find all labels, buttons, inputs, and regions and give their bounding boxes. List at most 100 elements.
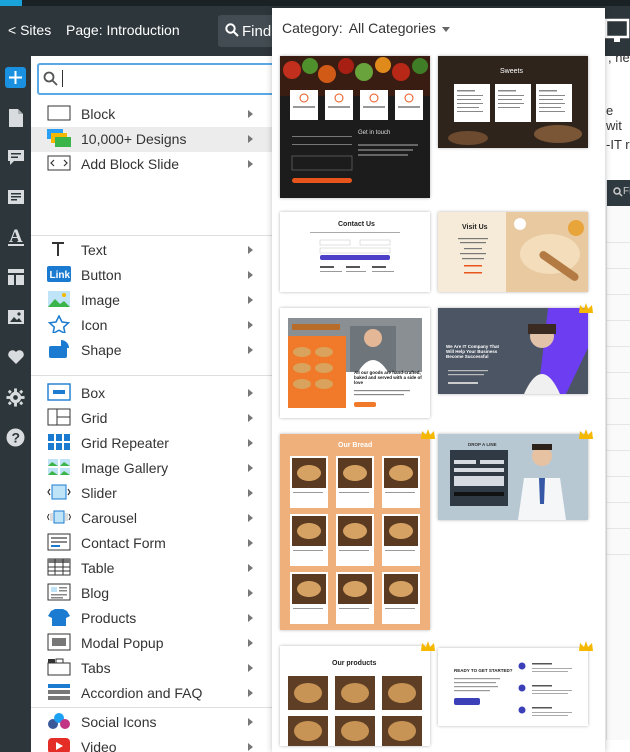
desktop-view-icon[interactable] — [604, 14, 630, 46]
form-icon[interactable] — [5, 186, 26, 207]
menu-item-grid[interactable]: Grid — [31, 406, 274, 431]
menu-item-button[interactable]: Link Button — [31, 263, 274, 288]
design-tile-drop-a-line[interactable]: DROP A LINE — [438, 434, 588, 520]
find-button[interactable]: Find — [218, 15, 278, 47]
products-icon — [47, 608, 71, 628]
menu-item-label: Table — [81, 560, 115, 576]
svg-text:A: A — [9, 226, 23, 247]
design-tile-sweets-menu[interactable]: Sweets — [438, 56, 588, 148]
menu-item-image-gallery[interactable]: Image Gallery — [31, 456, 274, 481]
modal-popup-icon — [47, 633, 71, 653]
background-text-1: , ne — [608, 50, 630, 65]
chevron-right-icon — [248, 110, 253, 118]
menu-item-contact-form[interactable]: Contact Form — [31, 531, 274, 556]
chevron-right-icon — [248, 135, 253, 143]
chevron-right-icon — [248, 346, 253, 354]
slider-icon — [47, 483, 71, 503]
search-icon — [43, 71, 58, 86]
chevron-right-icon — [248, 414, 253, 422]
menu-item-blog[interactable]: Blog — [31, 581, 274, 606]
search-icon — [225, 23, 239, 37]
menu-item-label: Accordion and FAQ — [81, 685, 203, 701]
menu-search-input[interactable] — [37, 63, 297, 95]
menu-item-modal-popup[interactable]: Modal Popup — [31, 631, 274, 656]
menu-item-label: Products — [81, 610, 137, 626]
design-tile-bakery-chef[interactable]: All our goods are hand-crafted, baked an… — [280, 308, 430, 418]
design-tile-it-company[interactable]: We Are IT Company That Will Help Your Bu… — [438, 308, 588, 394]
menu-item-10-000-designs[interactable]: 10,000+ Designs — [31, 127, 274, 152]
menu-item-label: Shape — [81, 342, 122, 358]
menu-item-label: Image — [81, 292, 120, 308]
chevron-right-icon — [248, 564, 253, 572]
left-toolbar: A ? — [0, 56, 31, 752]
menu-item-label: Blog — [81, 585, 110, 601]
design-tile-visit-us[interactable]: Visit Us — [438, 212, 588, 292]
chevron-right-icon — [248, 489, 253, 497]
menu-item-shape[interactable]: Shape — [31, 338, 274, 363]
menu-item-block[interactable]: Block — [31, 102, 274, 127]
menu-item-label: Image Gallery — [81, 460, 169, 476]
design-tile-ready-to-get-started[interactable]: READY TO GET STARTED? — [438, 648, 588, 726]
layout-icon[interactable] — [5, 266, 26, 287]
design-tile-our-bread[interactable]: Our Bread — [280, 434, 430, 630]
tile-heading: READY TO GET STARTED? — [454, 668, 513, 673]
menu-item-carousel[interactable]: Carousel — [31, 506, 274, 531]
menu-item-add-block-slide[interactable]: Add Block Slide — [31, 152, 274, 177]
heart-icon[interactable] — [5, 346, 26, 367]
menu-item-video[interactable]: Video — [31, 735, 274, 752]
svg-text:?: ? — [12, 430, 21, 446]
menu-item-slider[interactable]: Slider — [31, 481, 274, 506]
menu-separator — [31, 235, 274, 236]
link-button-icon: Link — [47, 265, 71, 285]
tabs-icon — [47, 658, 71, 678]
chevron-right-icon — [248, 296, 253, 304]
tile-heading: Get in touch — [358, 130, 391, 136]
contact-form-icon — [47, 533, 71, 553]
block-slide-icon — [47, 154, 71, 174]
menu-item-icon[interactable]: Icon — [31, 313, 274, 338]
menu-item-table[interactable]: Table — [31, 556, 274, 581]
add-icon[interactable] — [5, 67, 26, 88]
background-toolbar: Fi — [607, 180, 630, 206]
menu-item-text[interactable]: Text — [31, 238, 274, 263]
typography-icon[interactable]: A — [5, 226, 26, 247]
gallery-icon[interactable] — [5, 306, 26, 327]
page-icon[interactable] — [5, 107, 26, 128]
background-row-divider — [607, 424, 630, 425]
chevron-right-icon — [248, 439, 253, 447]
accordion-icon — [47, 683, 71, 703]
menu-item-image[interactable]: Image — [31, 288, 274, 313]
menu-item-label: Contact Form — [81, 535, 166, 551]
menu-item-accordion-and-faq[interactable]: Accordion and FAQ — [31, 681, 274, 706]
menu-item-label: Block — [81, 106, 116, 122]
crown-icon — [579, 429, 593, 439]
sites-link[interactable]: < Sites — [8, 22, 51, 38]
design-tile-our-products[interactable]: Our products — [280, 646, 430, 746]
chevron-right-icon — [248, 389, 253, 397]
help-icon[interactable]: ? — [5, 427, 26, 448]
find-label: Find — [242, 23, 272, 40]
gear-icon[interactable] — [5, 387, 26, 408]
tile-heading: Sweets — [500, 68, 523, 75]
menu-item-label: Text — [81, 242, 107, 258]
menu-item-label: Tabs — [81, 660, 111, 676]
menu-item-grid-repeater[interactable]: Grid Repeater — [31, 431, 274, 456]
menu-item-social-icons[interactable]: Social Icons — [31, 710, 274, 735]
category-selector[interactable]: Category: All Categories — [282, 20, 450, 36]
menu-item-tabs[interactable]: Tabs — [31, 656, 274, 681]
comments-icon[interactable] — [5, 147, 26, 168]
design-tile-contact-dark-food[interactable]: Get in touch — [280, 56, 430, 198]
background-row-divider — [607, 346, 630, 347]
menu-item-products[interactable]: Products — [31, 606, 274, 631]
page-selector[interactable]: Page: Introduction — [66, 22, 180, 38]
background-panel: Fi — [606, 180, 630, 740]
menu-separator — [31, 375, 274, 376]
table-icon — [47, 558, 71, 578]
menu-item-box[interactable]: Box — [31, 381, 274, 406]
crown-icon — [421, 641, 435, 651]
background-text-3: -IT r — [606, 137, 630, 152]
carousel-icon — [46, 508, 72, 528]
designs-icon — [47, 129, 71, 149]
design-tile-contact-us-form[interactable]: Contact Us — [280, 212, 430, 292]
background-row-divider — [607, 320, 630, 321]
